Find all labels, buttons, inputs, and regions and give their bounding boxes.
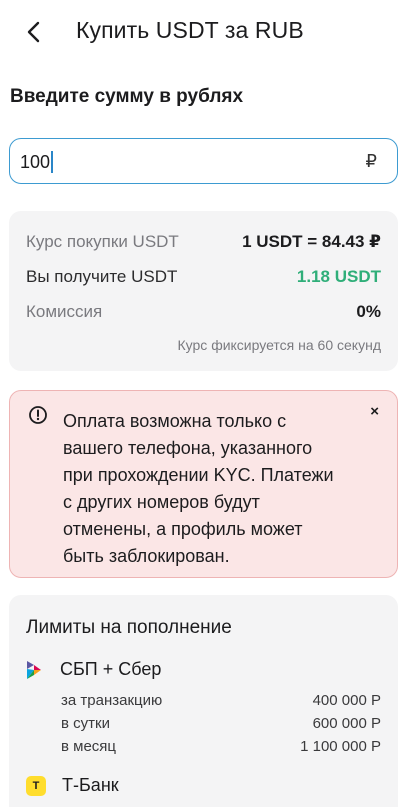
receive-value: 1.18 USDT	[296, 267, 381, 286]
bank-tbank: T Т-Банк	[26, 775, 119, 796]
bank-name-tbank: Т-Банк	[62, 775, 119, 795]
fee-label: Комиссия	[26, 302, 103, 321]
amount-label: Введите сумму в рублях	[10, 86, 244, 107]
bank-name-sbp: СБП + Сбер	[60, 659, 162, 679]
rate-row-fee: Комиссия 0%	[26, 302, 381, 322]
chevron-left-icon	[27, 21, 40, 43]
limit-value: 400 000 Р	[312, 692, 381, 709]
receive-label: Вы получите USDT	[26, 267, 178, 286]
rate-row-buy: Курс покупки USDT 1 USDT = 84.43 ₽	[26, 232, 381, 252]
currency-symbol: ₽	[365, 151, 377, 171]
sbp-logo-icon	[27, 660, 41, 679]
rate-fix-note: Курс фиксируется на 60 секунд	[177, 337, 381, 353]
close-icon[interactable]: ×	[370, 403, 379, 420]
limit-value: 1 100 000 Р	[300, 738, 381, 755]
limit-label: за транзакцию	[61, 692, 163, 709]
tbank-logo-icon: T	[26, 775, 46, 796]
page-title: Купить USDT за RUB	[76, 17, 304, 43]
info-circle-icon	[29, 406, 47, 424]
amount-text: 100	[20, 151, 51, 172]
app-header: Купить USDT за RUB	[0, 0, 415, 64]
tbank-logo-letter: T	[32, 779, 40, 792]
deposit-limits-card: Лимиты на пополнение СБП + Сбер за транз…	[9, 595, 398, 807]
fee-value: 0%	[356, 302, 381, 321]
limit-label: в сутки	[61, 715, 110, 732]
text-caret	[51, 151, 54, 173]
amount-value: 100	[20, 151, 54, 173]
limits-title: Лимиты на пополнение	[26, 617, 232, 638]
amount-input[interactable]: 100 ₽	[9, 138, 398, 184]
bank-sbp-sber: СБП + Сбер	[26, 659, 161, 680]
limit-row-day: в сутки 600 000 Р	[61, 715, 381, 732]
buy-rate-value: 1 USDT = 84.43 ₽	[242, 232, 381, 251]
rate-card: Курс покупки USDT 1 USDT = 84.43 ₽ Вы по…	[9, 211, 398, 371]
limit-label: в месяц	[61, 738, 117, 755]
rate-row-receive: Вы получите USDT 1.18 USDT	[26, 267, 381, 287]
kyc-warning-alert: Оплата возможна только с вашего телефона…	[9, 390, 398, 578]
limit-row-month: в месяц 1 100 000 Р	[61, 738, 381, 755]
alert-message: Оплата возможна только с вашего телефона…	[63, 411, 334, 566]
limit-value: 600 000 Р	[312, 715, 381, 732]
back-button[interactable]	[18, 16, 50, 48]
limit-row-transaction: за транзакцию 400 000 Р	[61, 692, 381, 709]
buy-rate-label: Курс покупки USDT	[26, 232, 179, 251]
